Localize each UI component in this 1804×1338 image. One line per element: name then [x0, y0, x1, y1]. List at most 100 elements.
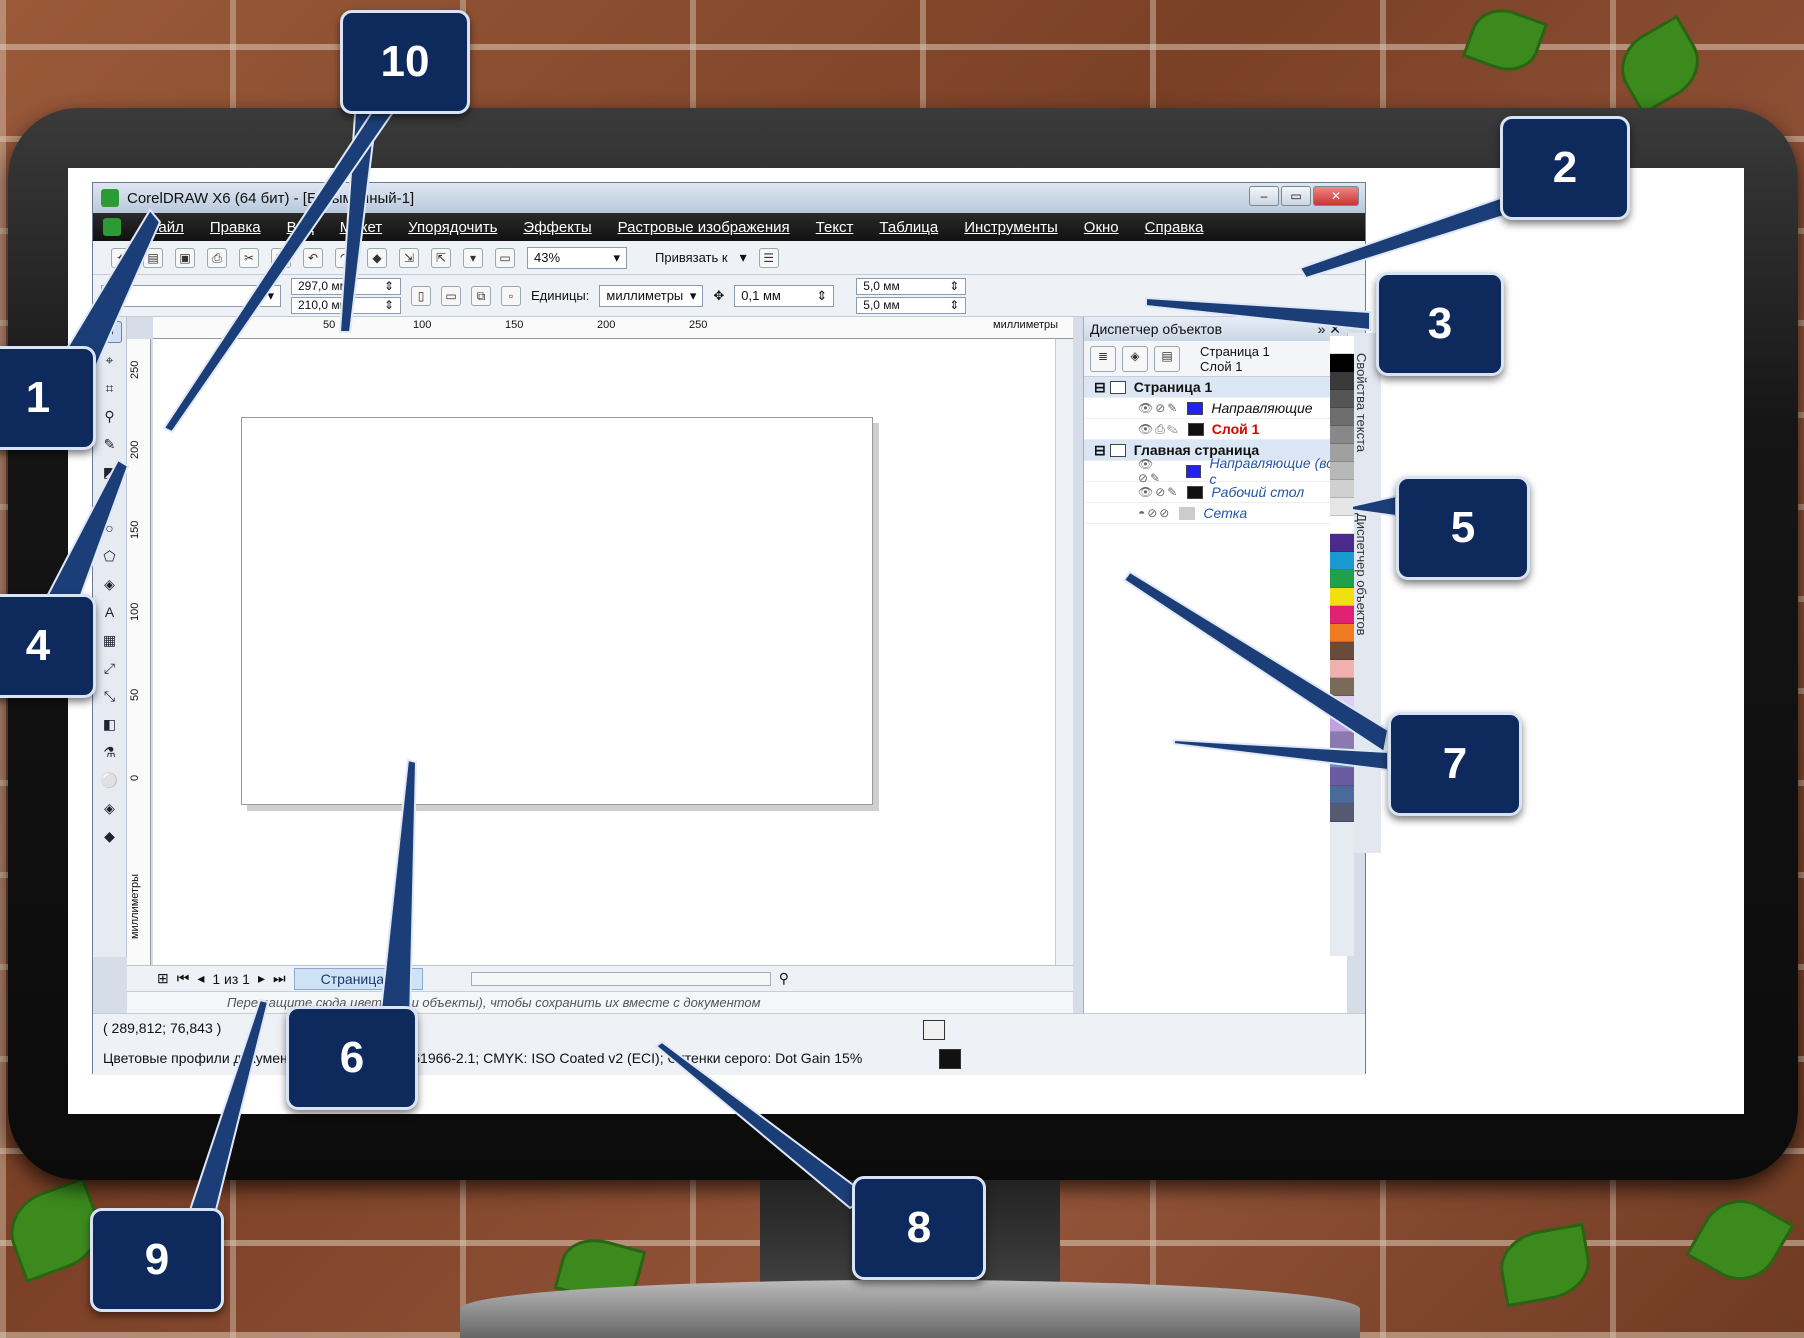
undo-icon[interactable]: ↶ — [303, 247, 323, 268]
color-profiles-text[interactable]: Цветовые профили документа: RGB: sRGB IE… — [103, 1050, 862, 1066]
show-properties-icon[interactable]: ≣ — [1090, 345, 1116, 372]
palette-swatch[interactable] — [1330, 498, 1354, 516]
ellipse-tool-icon[interactable]: ○ — [98, 517, 122, 539]
tab-object-manager[interactable]: Диспетчер объектов — [1354, 513, 1369, 636]
minimize-button[interactable]: – — [1249, 186, 1279, 206]
horizontal-scrollbar[interactable] — [470, 971, 771, 986]
units-select[interactable]: миллиметры ▾ — [599, 284, 704, 307]
palette-swatch[interactable] — [1330, 768, 1354, 786]
zoom-magnifier-icon[interactable]: ⚲ — [779, 970, 789, 987]
welcome-screen-icon[interactable]: ▭ — [495, 247, 515, 268]
prev-page-icon[interactable]: ◂ — [197, 970, 204, 987]
palette-swatch[interactable] — [1330, 336, 1354, 354]
outline-tool-icon[interactable]: ⚪ — [98, 769, 122, 791]
zoom-tool-icon[interactable]: ⚲ — [98, 405, 122, 427]
fill-tool-icon[interactable]: ◈ — [98, 797, 122, 819]
cut-icon[interactable]: ✂ — [239, 247, 259, 268]
menu-effects[interactable]: Эффекты — [523, 219, 591, 236]
palette-swatch[interactable] — [1330, 444, 1354, 462]
palette-swatch[interactable] — [1330, 714, 1354, 732]
duplicate-x-input[interactable]: 5,0 мм ⇕ — [856, 277, 967, 295]
page-tab[interactable]: Страница 1 — [293, 967, 423, 990]
maximize-button[interactable]: ▭ — [1281, 186, 1311, 206]
shape-tool-icon[interactable]: ⌖ — [98, 349, 122, 371]
tree-row-layer[interactable]: 👁⎙✎ Слой 1 — [1084, 419, 1347, 440]
palette-swatch[interactable] — [1330, 462, 1354, 480]
redo-icon[interactable]: ↷ — [335, 247, 355, 268]
palette-swatch[interactable] — [1330, 516, 1354, 534]
palette-swatch[interactable] — [1330, 426, 1354, 444]
outline-color-swatch[interactable] — [939, 1049, 961, 1069]
docker-close-icon[interactable]: » ✕ — [1318, 321, 1341, 338]
page-size-select[interactable]: A4 ▾ — [101, 284, 281, 307]
palette-swatch[interactable] — [1330, 678, 1354, 696]
duplicate-y-input[interactable]: 5,0 мм ⇕ — [856, 296, 967, 314]
nudge-distance-input[interactable]: 0,1 мм ⇕ — [734, 284, 835, 307]
menu-file[interactable]: Файл — [147, 219, 184, 236]
menu-view[interactable]: Вид — [287, 219, 314, 236]
palette-swatch[interactable] — [1330, 624, 1354, 642]
palette-swatch[interactable] — [1330, 408, 1354, 426]
menu-bitmaps[interactable]: Растровые изображения — [618, 219, 790, 236]
palette-swatch[interactable] — [1330, 552, 1354, 570]
close-button[interactable]: ✕ — [1313, 186, 1359, 206]
tree-row-page[interactable]: ⊟ Страница 1 — [1084, 377, 1347, 398]
fill-color-swatch[interactable] — [923, 1020, 945, 1040]
palette-swatch[interactable] — [1330, 696, 1354, 714]
palette-swatch[interactable] — [1330, 354, 1354, 372]
palette-swatch[interactable] — [1330, 372, 1354, 390]
pick-tool-icon[interactable]: ➚ — [97, 321, 122, 343]
palette-swatch[interactable] — [1330, 534, 1354, 552]
connector-tool-icon[interactable]: ⤡ — [98, 685, 122, 707]
palette-swatch[interactable] — [1330, 480, 1354, 498]
palette-swatch[interactable] — [1330, 804, 1354, 822]
tab-text-properties[interactable]: Свойства текста — [1354, 353, 1369, 452]
all-pages-icon[interactable]: ⧉ — [471, 285, 491, 306]
zoom-level-select[interactable]: 43% ▾ — [527, 246, 627, 269]
first-page-icon[interactable]: ⏮ — [177, 970, 190, 987]
last-page-icon[interactable]: ⏭ — [273, 970, 286, 987]
menu-text[interactable]: Текст — [816, 219, 854, 236]
vertical-scrollbar[interactable] — [1055, 339, 1073, 965]
import-icon[interactable]: ⇲ — [399, 247, 419, 268]
application-launcher-icon[interactable]: ▾ — [463, 247, 483, 268]
landscape-icon[interactable]: ▭ — [441, 285, 461, 306]
save-icon[interactable]: ▣ — [175, 247, 195, 268]
blend-tool-icon[interactable]: ◧ — [98, 713, 122, 735]
drawing-page[interactable] — [241, 417, 873, 805]
palette-swatch[interactable] — [1330, 390, 1354, 408]
layer-visibility-icons[interactable]: 👁⊘✎ — [1138, 457, 1178, 485]
layer-visibility-icons[interactable]: ◓⊘⊘ — [1138, 506, 1171, 520]
edit-across-layers-icon[interactable]: ◈ — [1122, 345, 1148, 372]
page-height-input[interactable]: 210,0 мм ⇕ — [291, 296, 401, 314]
new-document-icon[interactable]: ✦ — [111, 247, 131, 268]
basic-shapes-icon[interactable]: ◈ — [98, 573, 122, 595]
palette-swatch[interactable] — [1330, 732, 1354, 750]
rectangle-tool-icon[interactable]: □ — [98, 489, 122, 511]
export-icon[interactable]: ⇱ — [431, 247, 451, 268]
snap-to-menu[interactable]: Привязать к — [655, 250, 728, 265]
layer-visibility-icons[interactable]: 👁⎙✎ — [1138, 422, 1180, 437]
palette-swatch[interactable] — [1330, 750, 1354, 768]
menu-layout[interactable]: Макет — [340, 219, 382, 236]
print-icon[interactable]: ⎙ — [207, 247, 227, 268]
options-icon[interactable]: ☰ — [758, 247, 779, 268]
palette-swatch[interactable] — [1330, 606, 1354, 624]
tree-row-layer[interactable]: 👁⊘✎ Направляющие — [1084, 398, 1347, 419]
palette-swatch[interactable] — [1330, 570, 1354, 588]
search-content-icon[interactable]: ◆ — [367, 247, 387, 268]
polygon-tool-icon[interactable]: ⬠ — [98, 545, 122, 567]
current-page-icon[interactable]: ▫ — [501, 285, 521, 306]
next-page-icon[interactable]: ▸ — [258, 970, 265, 987]
menu-table[interactable]: Таблица — [879, 219, 938, 236]
eyedropper-tool-icon[interactable]: ⚗ — [98, 741, 122, 763]
open-folder-icon[interactable]: ▤ — [143, 247, 163, 268]
drawing-window[interactable] — [153, 339, 1057, 965]
palette-swatch[interactable] — [1330, 642, 1354, 660]
menu-help[interactable]: Справка — [1145, 219, 1204, 236]
menu-tools[interactable]: Инструменты — [964, 219, 1058, 236]
crop-tool-icon[interactable]: ⌗ — [98, 377, 122, 399]
table-tool-icon[interactable]: ▦ — [98, 629, 122, 651]
menu-arrange[interactable]: Упорядочить — [408, 219, 497, 236]
layer-visibility-icons[interactable]: 👁⊘✎ — [1138, 401, 1179, 415]
